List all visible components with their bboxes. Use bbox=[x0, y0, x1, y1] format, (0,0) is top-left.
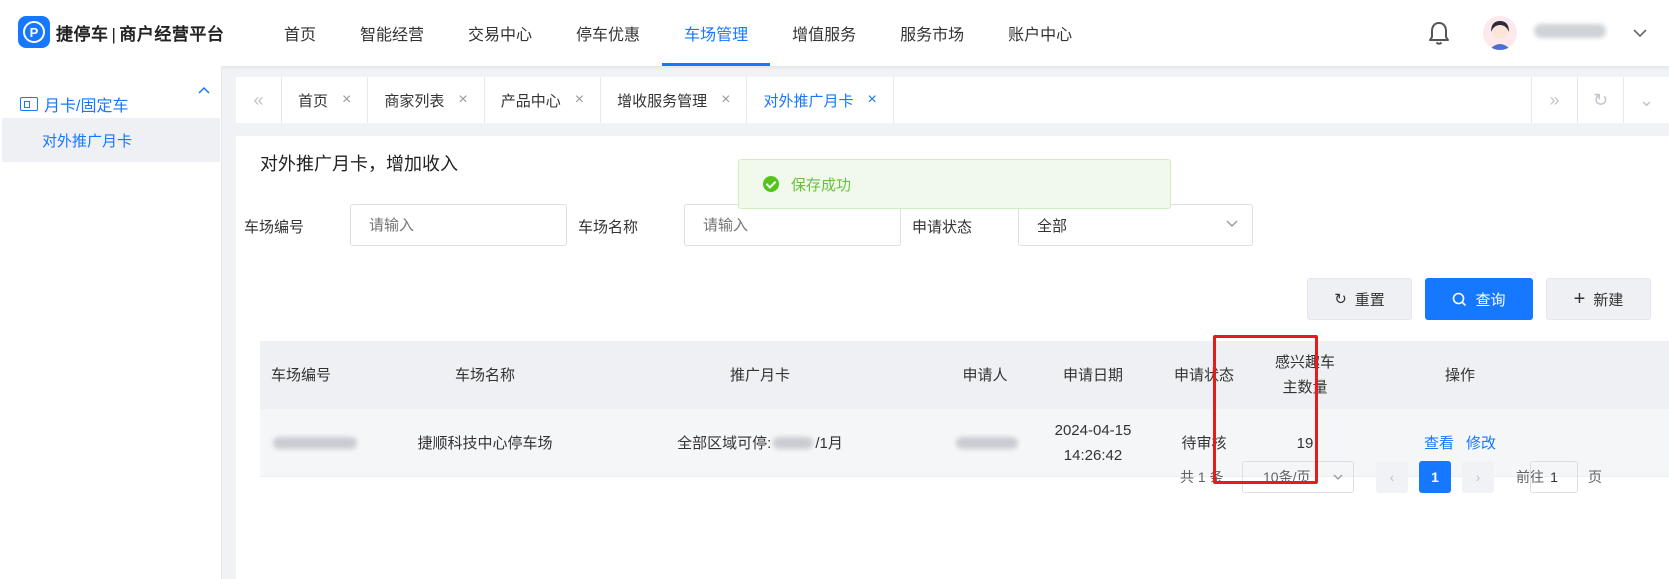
view-link[interactable]: 查看 bbox=[1424, 431, 1454, 456]
app-separator: | bbox=[111, 24, 117, 44]
chevron-down-icon[interactable] bbox=[1632, 26, 1648, 40]
query-button[interactable]: 查询 bbox=[1425, 278, 1533, 320]
close-icon[interactable]: × bbox=[342, 91, 351, 109]
reset-button[interactable]: ↻ 重置 bbox=[1307, 278, 1412, 320]
tab-promo-card[interactable]: 对外推广月卡 × bbox=[747, 77, 894, 123]
park-code-label: 车场编号 bbox=[244, 219, 305, 236]
park-name-input[interactable] bbox=[684, 204, 901, 246]
park-name-cell: 捷顺科技中心停车场 bbox=[417, 434, 553, 452]
applicant-cell bbox=[952, 409, 1022, 477]
avatar[interactable] bbox=[1483, 16, 1517, 50]
tab-product-center[interactable]: 产品中心 × bbox=[485, 77, 602, 123]
page-number-button[interactable]: 1 bbox=[1419, 461, 1451, 493]
create-label: 新建 bbox=[1593, 291, 1624, 309]
status-label: 申请状态 bbox=[912, 219, 973, 236]
app-name: 捷停车 bbox=[56, 24, 109, 44]
nav-account-center[interactable]: 账户中心 bbox=[986, 0, 1094, 66]
sidebar-item-promo-card[interactable]: 对外推广月卡 bbox=[2, 118, 220, 162]
apply-date-cell: 2024-04-15 14:26:42 bbox=[1046, 409, 1140, 477]
table-row: 捷顺科技中心停车场 全部区域可停: /1月 2024-04-15 14:26:4… bbox=[260, 409, 1669, 477]
apply-date: 2024-04-15 bbox=[1054, 422, 1132, 439]
parking-logo-icon: P bbox=[18, 16, 50, 48]
refresh-icon: ↻ bbox=[1334, 291, 1347, 308]
col-promo-card: 推广月卡 bbox=[729, 366, 790, 384]
tab-label: 首页 bbox=[298, 92, 329, 110]
nav-value-added[interactable]: 增值服务 bbox=[770, 0, 878, 66]
app-subtitle: 商户经营平台 bbox=[119, 24, 225, 44]
success-check-icon bbox=[763, 176, 779, 192]
close-icon[interactable]: × bbox=[458, 91, 467, 109]
tab-label: 产品中心 bbox=[500, 92, 561, 110]
col-actions: 操作 bbox=[1444, 366, 1475, 384]
tab-home[interactable]: 首页 × bbox=[282, 77, 369, 123]
bell-icon[interactable] bbox=[1427, 20, 1451, 46]
promo-card-suffix: /1月 bbox=[815, 434, 843, 452]
create-button[interactable]: + 新建 bbox=[1546, 278, 1651, 320]
table-header: 车场编号 车场名称 推广月卡 申请人 申请日期 申请状态 感兴趣车 主数量 操作 bbox=[260, 341, 1669, 409]
park-name-label: 车场名称 bbox=[578, 219, 639, 236]
username-redacted[interactable] bbox=[1534, 24, 1606, 38]
reset-label: 重置 bbox=[1354, 291, 1385, 309]
tabs-scroll-right-icon[interactable]: » bbox=[1531, 77, 1577, 123]
apply-time: 14:26:42 bbox=[1063, 447, 1123, 464]
search-icon bbox=[1453, 292, 1467, 306]
nav-smart-ops[interactable]: 智能经营 bbox=[338, 0, 446, 66]
promo-card-prefix: 全部区域可停: bbox=[677, 434, 772, 452]
card-icon bbox=[20, 97, 38, 111]
promo-card-cell: 全部区域可停: /1月 bbox=[650, 409, 870, 477]
tabs-menu-chevron-icon[interactable]: ⌄ bbox=[1623, 77, 1669, 123]
prev-page-button[interactable]: ‹ bbox=[1376, 461, 1408, 493]
nav-service-market[interactable]: 服务市场 bbox=[878, 0, 986, 66]
status-highlight-box bbox=[1213, 335, 1318, 484]
edit-link[interactable]: 修改 bbox=[1466, 431, 1496, 456]
tab-label: 增收服务管理 bbox=[617, 92, 708, 110]
goto-page-input[interactable]: 1 bbox=[1530, 461, 1578, 493]
park-code-input[interactable] bbox=[350, 204, 567, 246]
actions-cell: 查看 修改 bbox=[1400, 409, 1520, 477]
tabs-bar: « 首页 × 商家列表 × 产品中心 × 增收服务管理 × 对外推广月卡 × » ↻ ⌄ bbox=[236, 77, 1669, 123]
tab-label: 对外推广月卡 bbox=[763, 92, 854, 110]
status-select-value: 全部 bbox=[1037, 217, 1068, 235]
tab-label: 商家列表 bbox=[384, 92, 445, 110]
user-avatar-icon bbox=[1489, 21, 1511, 50]
plus-icon: + bbox=[1573, 287, 1586, 310]
chevron-up-icon[interactable] bbox=[198, 86, 210, 94]
close-icon[interactable]: × bbox=[721, 91, 730, 109]
col-park-name: 车场名称 bbox=[454, 366, 515, 384]
success-toast: 保存成功 bbox=[738, 159, 1171, 209]
tabs-scroll-left-icon[interactable]: « bbox=[236, 77, 282, 123]
promo-card-price-redacted bbox=[773, 437, 814, 449]
col-apply-date: 申请日期 bbox=[1062, 366, 1123, 384]
page-unit-label: 页 bbox=[1588, 469, 1602, 485]
nav-trade-center[interactable]: 交易中心 bbox=[446, 0, 554, 66]
close-icon[interactable]: × bbox=[867, 91, 876, 109]
status-select[interactable]: 全部 bbox=[1018, 204, 1253, 246]
refresh-icon[interactable]: ↻ bbox=[1577, 77, 1623, 123]
app-logo[interactable]: P 捷停车 | 商户经营平台 bbox=[18, 16, 224, 48]
page-title: 对外推广月卡，增加收入 bbox=[260, 154, 458, 174]
park-code-cell bbox=[270, 409, 360, 477]
query-label: 查询 bbox=[1475, 291, 1506, 309]
nav-home[interactable]: 首页 bbox=[262, 0, 338, 66]
col-park-code: 车场编号 bbox=[270, 366, 331, 384]
chevron-down-icon bbox=[1226, 220, 1238, 227]
tab-revenue-service[interactable]: 增收服务管理 × bbox=[601, 77, 748, 123]
toast-message: 保存成功 bbox=[791, 176, 852, 194]
next-page-button[interactable]: › bbox=[1462, 461, 1494, 493]
col-applicant: 申请人 bbox=[962, 366, 1008, 384]
tab-merchant-list[interactable]: 商家列表 × bbox=[368, 77, 485, 123]
nav-parking-discount[interactable]: 停车优惠 bbox=[554, 0, 662, 66]
top-bar: P 捷停车 | 商户经营平台 首页 智能经营 交易中心 停车优惠 车场管理 增值服务… bbox=[0, 0, 1669, 66]
chevron-down-icon bbox=[1333, 474, 1343, 480]
nav-lot-management[interactable]: 车场管理 bbox=[662, 0, 771, 66]
sidebar-group-label: 月卡/固定车 bbox=[44, 98, 129, 115]
main-nav: 首页 智能经营 交易中心 停车优惠 车场管理 增值服务 服务市场 账户中心 bbox=[262, 0, 1094, 66]
close-icon[interactable]: × bbox=[575, 91, 584, 109]
